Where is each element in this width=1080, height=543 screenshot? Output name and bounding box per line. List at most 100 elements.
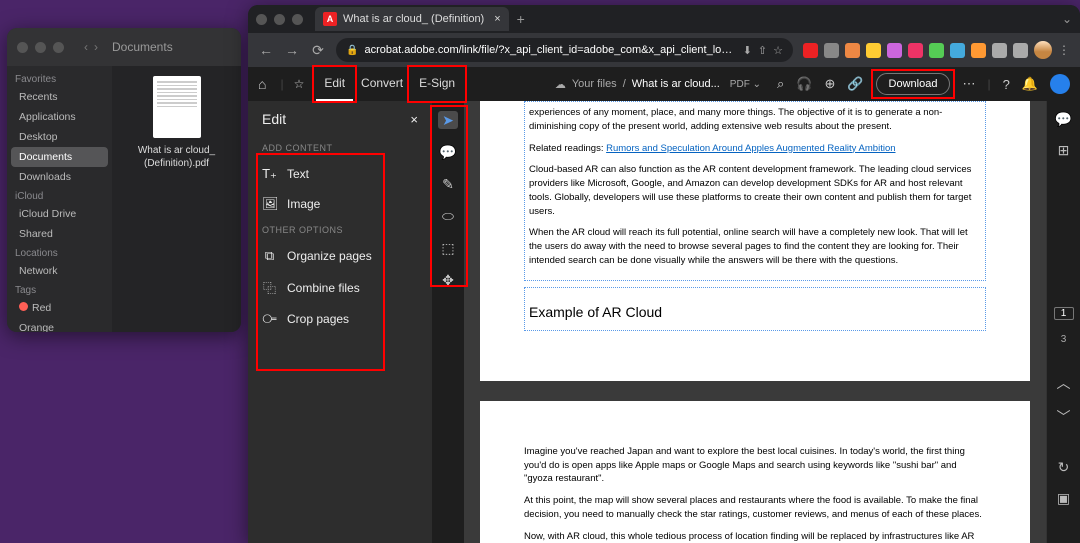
doc-p3[interactable]: When the AR cloud will reach its full po… [529, 226, 981, 267]
doc-page-1: experiences of any moment, place, and ma… [480, 101, 1030, 381]
add-text-button[interactable]: T₊ Text [248, 159, 432, 189]
extension-icons: ⋮ [803, 41, 1070, 59]
ext-icon-11[interactable] [1013, 43, 1028, 58]
organize-pages-button[interactable]: ⧉ Organize pages [248, 241, 432, 271]
url-text: acrobat.adobe.com/link/file/?x_api_clien… [364, 44, 736, 56]
url-bar[interactable]: 🔒 acrobat.adobe.com/link/file/?x_api_cli… [336, 38, 793, 62]
crop-pages-button[interactable]: ⧃ Crop pages [248, 304, 432, 334]
sidebar-downloads[interactable]: Downloads [7, 167, 112, 187]
tab-convert[interactable]: Convert [353, 67, 411, 101]
minimize-light[interactable] [35, 42, 46, 53]
ext-icon-4[interactable] [866, 43, 881, 58]
document-viewer[interactable]: experiences of any moment, place, and ma… [464, 101, 1046, 543]
search-icon[interactable]: ⌕ [777, 76, 784, 92]
sidebar-desktop[interactable]: Desktop [7, 127, 112, 147]
breadcrumb: ☁ Your files / What is ar cloud... PDF ⌄ [555, 78, 761, 91]
download-button[interactable]: Download [876, 73, 951, 95]
ext-icon-8[interactable] [950, 43, 965, 58]
sidebar-iclouddrive[interactable]: iCloud Drive [7, 204, 112, 224]
doc-p6[interactable]: Now, with AR cloud, this whole tedious p… [524, 530, 986, 543]
doc-heading-example[interactable]: Example of AR Cloud [529, 302, 981, 322]
finder-content[interactable]: What is ar cloud_ (Definition).pdf [112, 66, 241, 332]
cursor-tool-icon[interactable]: ➤ [438, 111, 458, 129]
rotate-icon[interactable]: ↻ [1058, 459, 1070, 476]
lock-icon[interactable]: 🔒 [346, 45, 358, 56]
doc-related-link[interactable]: Rumors and Speculation Around Apples Aug… [606, 143, 895, 154]
filetype-dropdown[interactable]: PDF ⌄ [730, 79, 761, 90]
zoom-in-icon[interactable]: ⊕ [1058, 539, 1070, 543]
finder-window: ‹ › Documents Favorites Recents Applicat… [7, 28, 241, 332]
user-avatar[interactable] [1050, 74, 1070, 94]
close-panel-icon[interactable]: × [410, 112, 418, 127]
highlight-tool-icon[interactable]: ✎ [438, 175, 458, 193]
file-thumbnail[interactable] [153, 76, 201, 138]
help-icon[interactable]: ? [1003, 77, 1010, 92]
ext-icon-5[interactable] [887, 43, 902, 58]
ext-icon-3[interactable] [845, 43, 860, 58]
sidebar-applications[interactable]: Applications [7, 107, 112, 127]
chrome-maximize[interactable] [292, 14, 303, 25]
browser-tab[interactable]: A What is ar cloud_ (Definition) × [315, 7, 509, 31]
ext-icon-9[interactable] [971, 43, 986, 58]
doc-p2[interactable]: Cloud-based AR can also function as the … [529, 163, 981, 218]
tab-overflow-icon[interactable]: ⌄ [1062, 12, 1072, 26]
install-icon[interactable]: ⬇ [743, 44, 752, 57]
bell-icon[interactable]: 🔔 [1022, 76, 1038, 92]
comment-tool-icon[interactable]: 💬 [438, 143, 458, 161]
headphones-icon[interactable]: 🎧 [796, 76, 812, 92]
share-icon[interactable]: ⇧ [758, 44, 767, 57]
breadcrumb-current[interactable]: What is ar cloud... [632, 78, 720, 90]
new-tab-button[interactable]: + [517, 11, 525, 27]
star-icon[interactable]: ☆ [294, 77, 305, 91]
doc-p1[interactable]: experiences of any moment, place, and ma… [529, 106, 981, 134]
ext-icon-6[interactable] [908, 43, 923, 58]
page-up-icon[interactable]: ︿ [1057, 373, 1071, 393]
sidebar-network[interactable]: Network [7, 261, 112, 281]
ext-icon-7[interactable] [929, 43, 944, 58]
link-icon[interactable]: 🔗 [847, 76, 863, 92]
sidebar-recents[interactable]: Recents [7, 87, 112, 107]
close-light[interactable] [17, 42, 28, 53]
chrome-minimize[interactable] [274, 14, 285, 25]
ext-icon-2[interactable] [824, 43, 839, 58]
combine-files-button[interactable]: ⿻ Combine files [248, 271, 432, 304]
more-icon[interactable]: ⋯ [962, 76, 975, 92]
draw-tool-icon[interactable]: ⬭ [438, 207, 458, 225]
home-icon[interactable]: ⌂ [258, 76, 266, 92]
ext-icon-10[interactable] [992, 43, 1007, 58]
maximize-light[interactable] [53, 42, 64, 53]
sidebar-tag-red[interactable]: Red [7, 298, 112, 318]
doc-p4[interactable]: Imagine you've reached Japan and want to… [524, 445, 986, 486]
fit-icon[interactable]: ▣ [1057, 490, 1070, 507]
sidebar-tag-orange[interactable]: Orange [7, 318, 112, 332]
textselect-tool-icon[interactable]: ⬚ [438, 239, 458, 257]
profile-avatar[interactable] [1034, 41, 1052, 59]
back-button[interactable]: ‹ [84, 40, 88, 54]
crop-icon: ⧃ [262, 311, 277, 327]
forward-button[interactable]: › [94, 40, 98, 54]
tab-edit[interactable]: Edit [316, 67, 353, 101]
comment-panel-icon[interactable]: 💬 [1055, 111, 1072, 128]
thumbnails-icon[interactable]: ⊞ [1058, 142, 1070, 159]
bookmark-icon[interactable]: ☆ [773, 44, 783, 57]
traffic-lights [17, 42, 64, 53]
add-image-button[interactable]: 🖼 Image [248, 189, 432, 219]
back-icon[interactable]: ← [258, 42, 274, 58]
sidebar-documents[interactable]: Documents [11, 147, 108, 167]
section-tags: Tags [7, 281, 112, 298]
chrome-menu-icon[interactable]: ⋮ [1058, 43, 1070, 57]
ext-adblock-icon[interactable] [803, 43, 818, 58]
tab-close-icon[interactable]: × [494, 13, 500, 25]
chrome-close[interactable] [256, 14, 267, 25]
reload-icon[interactable]: ⟳ [310, 42, 326, 59]
forward-icon[interactable]: → [284, 42, 300, 58]
sidebar-shared[interactable]: Shared [7, 224, 112, 244]
doc-p5[interactable]: At this point, the map will show several… [524, 494, 986, 522]
chrome-address-bar-row: ← → ⟳ 🔒 acrobat.adobe.com/link/file/?x_a… [248, 33, 1080, 67]
erase-tool-icon[interactable]: ✥ [438, 271, 458, 289]
add-person-icon[interactable]: ⊕ [824, 76, 835, 92]
page-current[interactable]: 1 [1054, 307, 1074, 320]
page-down-icon[interactable]: ﹀ [1057, 407, 1071, 427]
tab-esign[interactable]: E-Sign [411, 67, 463, 101]
breadcrumb-root[interactable]: Your files [572, 78, 617, 90]
